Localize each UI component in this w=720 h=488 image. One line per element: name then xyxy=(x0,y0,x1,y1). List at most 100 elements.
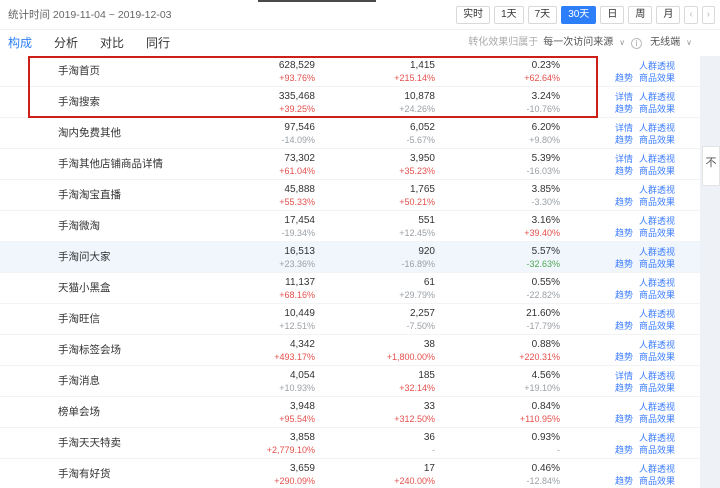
tab-构成[interactable]: 构成 xyxy=(8,30,32,56)
action-link-商品效果[interactable]: 商品效果 xyxy=(639,414,675,424)
row-action-line: 趋势商品效果 xyxy=(565,289,675,301)
conversion-cell: 0.84%+110.95% xyxy=(450,401,560,425)
action-link-商品效果[interactable]: 商品效果 xyxy=(639,476,675,486)
action-link-详情[interactable]: 详情 xyxy=(615,123,633,133)
row-action-line: 趋势商品效果 xyxy=(565,475,675,487)
action-link-趋势[interactable]: 趋势 xyxy=(615,414,633,424)
source-name: 手淘标签会场 xyxy=(58,335,121,366)
action-link-人群透视[interactable]: 人群透视 xyxy=(639,247,675,257)
row-actions: 人群透视趋势商品效果 xyxy=(565,308,675,332)
action-link-人群透视[interactable]: 人群透视 xyxy=(639,216,675,226)
next-page-icon[interactable]: › xyxy=(702,6,715,24)
metric-value: 11,137 xyxy=(200,277,315,289)
visitors-cell: 73,302+61.04% xyxy=(200,153,315,177)
action-link-商品效果[interactable]: 商品效果 xyxy=(639,383,675,393)
action-link-人群透视[interactable]: 人群透视 xyxy=(639,402,675,412)
date-range-button[interactable]: 日 xyxy=(600,6,624,24)
date-range-button[interactable]: 周 xyxy=(628,6,652,24)
action-link-趋势[interactable]: 趋势 xyxy=(615,259,633,269)
action-link-趋势[interactable]: 趋势 xyxy=(615,73,633,83)
action-link-人群透视[interactable]: 人群透视 xyxy=(639,278,675,288)
action-link-趋势[interactable]: 趋势 xyxy=(615,383,633,393)
action-link-人群透视[interactable]: 人群透视 xyxy=(639,123,675,133)
visit-source-select[interactable]: 每一次访问来源 xyxy=(543,30,613,56)
metric-change: +312.50% xyxy=(330,414,435,425)
action-link-趋势[interactable]: 趋势 xyxy=(615,197,633,207)
action-link-详情[interactable]: 详情 xyxy=(615,371,633,381)
row-action-line: 人群透视 xyxy=(565,308,675,320)
action-link-商品效果[interactable]: 商品效果 xyxy=(639,445,675,455)
metric-change: +39.40% xyxy=(450,228,560,239)
table-row: 手淘消息4,054+10.93%185+32.14%4.56%+19.10%详情… xyxy=(0,366,700,397)
date-range-button[interactable]: 1天 xyxy=(494,6,524,24)
action-link-人群透视[interactable]: 人群透视 xyxy=(639,371,675,381)
visitors-cell: 628,529+93.76% xyxy=(200,60,315,84)
table-row: 淘内免费其他97,546-14.09%6,052-5.67%6.20%+9.80… xyxy=(0,118,700,149)
table-row: 手淘淘宝直播45,888+55.33%1,765+50.21%3.85%-3.3… xyxy=(0,180,700,211)
action-link-人群透视[interactable]: 人群透视 xyxy=(639,340,675,350)
prev-page-icon[interactable]: ‹ xyxy=(684,6,697,24)
action-link-人群透视[interactable]: 人群透视 xyxy=(639,464,675,474)
action-link-人群透视[interactable]: 人群透视 xyxy=(639,433,675,443)
action-link-趋势[interactable]: 趋势 xyxy=(615,476,633,486)
buyers-cell: 3,950+35.23% xyxy=(330,153,435,177)
metric-value: 3,948 xyxy=(200,401,315,413)
metric-change: +93.76% xyxy=(200,73,315,84)
action-link-商品效果[interactable]: 商品效果 xyxy=(639,352,675,362)
date-range-button[interactable]: 实时 xyxy=(456,6,490,24)
action-link-商品效果[interactable]: 商品效果 xyxy=(639,73,675,83)
metric-change: +24.26% xyxy=(330,104,435,115)
tab-分析[interactable]: 分析 xyxy=(54,30,78,56)
buyers-cell: 61+29.79% xyxy=(330,277,435,301)
metric-value: 38 xyxy=(330,339,435,351)
metric-change: -22.82% xyxy=(450,290,560,301)
action-link-人群透视[interactable]: 人群透视 xyxy=(639,309,675,319)
date-range-button[interactable]: 30天 xyxy=(561,6,596,24)
action-link-趋势[interactable]: 趋势 xyxy=(615,290,633,300)
source-name: 手淘其他店铺商品详情 xyxy=(58,149,163,180)
conversion-cell: 3.24%-10.76% xyxy=(450,91,560,115)
row-action-line: 人群透视 xyxy=(565,60,675,72)
action-link-人群透视[interactable]: 人群透视 xyxy=(639,154,675,164)
action-link-商品效果[interactable]: 商品效果 xyxy=(639,259,675,269)
date-range-button[interactable]: 月 xyxy=(656,6,680,24)
action-link-商品效果[interactable]: 商品效果 xyxy=(639,290,675,300)
metric-value: 61 xyxy=(330,277,435,289)
metric-change: +23.36% xyxy=(200,259,315,270)
action-link-商品效果[interactable]: 商品效果 xyxy=(639,166,675,176)
buyers-cell: 17+240.00% xyxy=(330,463,435,487)
visitors-cell: 16,513+23.36% xyxy=(200,246,315,270)
table-row: 手淘标签会场4,342+493.17%38+1,800.00%0.88%+220… xyxy=(0,335,700,366)
tab-同行[interactable]: 同行 xyxy=(146,30,170,56)
metric-change: -10.76% xyxy=(450,104,560,115)
action-link-趋势[interactable]: 趋势 xyxy=(615,228,633,238)
date-range-button[interactable]: 7天 xyxy=(528,6,558,24)
action-link-商品效果[interactable]: 商品效果 xyxy=(639,321,675,331)
action-link-趋势[interactable]: 趋势 xyxy=(615,135,633,145)
floating-side-button[interactable]: 不 xyxy=(702,146,720,186)
row-actions: 详情人群透视趋势商品效果 xyxy=(565,370,675,394)
action-link-商品效果[interactable]: 商品效果 xyxy=(639,135,675,145)
action-link-商品效果[interactable]: 商品效果 xyxy=(639,197,675,207)
action-link-人群透视[interactable]: 人群透视 xyxy=(639,61,675,71)
tab-对比[interactable]: 对比 xyxy=(100,30,124,56)
terminal-select[interactable]: 无线端 xyxy=(650,30,680,56)
row-action-line: 趋势商品效果 xyxy=(565,258,675,270)
action-link-人群透视[interactable]: 人群透视 xyxy=(639,185,675,195)
stat-time-range: 统计时间 2019-11-04 ~ 2019-12-03 xyxy=(8,0,172,30)
visitors-cell: 11,137+68.16% xyxy=(200,277,315,301)
action-link-趋势[interactable]: 趋势 xyxy=(615,445,633,455)
action-link-商品效果[interactable]: 商品效果 xyxy=(639,228,675,238)
action-link-详情[interactable]: 详情 xyxy=(615,92,633,102)
action-link-趋势[interactable]: 趋势 xyxy=(615,352,633,362)
action-link-趋势[interactable]: 趋势 xyxy=(615,166,633,176)
action-link-趋势[interactable]: 趋势 xyxy=(615,321,633,331)
metric-value: 17,454 xyxy=(200,215,315,227)
action-link-趋势[interactable]: 趋势 xyxy=(615,104,633,114)
action-link-人群透视[interactable]: 人群透视 xyxy=(639,92,675,102)
action-link-详情[interactable]: 详情 xyxy=(615,154,633,164)
action-link-商品效果[interactable]: 商品效果 xyxy=(639,104,675,114)
metric-change: +9.80% xyxy=(450,135,560,146)
info-icon[interactable]: i xyxy=(631,38,642,49)
row-action-line: 趋势商品效果 xyxy=(565,134,675,146)
